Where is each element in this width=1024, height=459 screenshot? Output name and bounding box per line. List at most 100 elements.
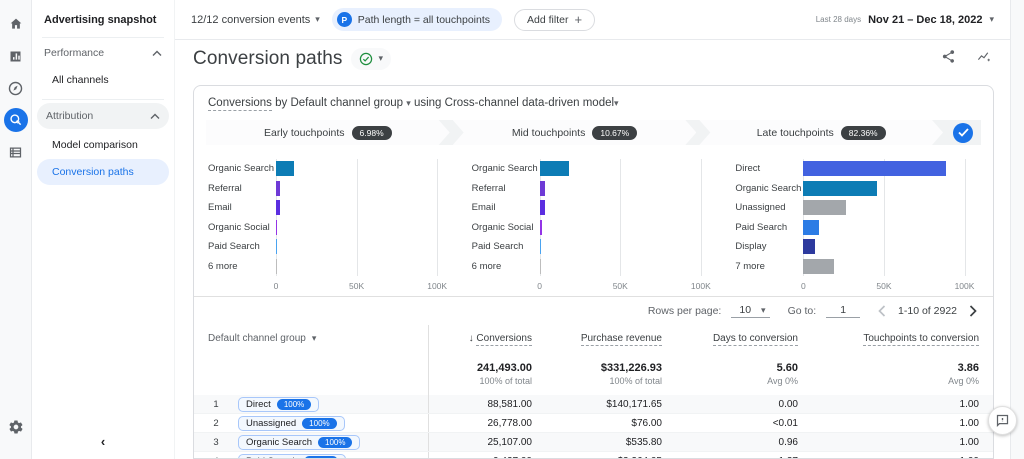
- late-touchpoints-pct-badge: 82.36%: [841, 126, 886, 140]
- totals-revenue-sub: 100% of total: [546, 376, 676, 386]
- table-row: 3Organic Search100%25,107.00$535.800.961…: [194, 433, 993, 452]
- path-length-filter-chip[interactable]: P Path length = all touchpoints: [332, 8, 502, 31]
- rows-per-page-select[interactable]: 10 ▾: [731, 304, 769, 318]
- sidebar-item-all-channels[interactable]: All channels: [32, 67, 174, 93]
- bar-organic-social[interactable]: [276, 220, 277, 235]
- sidebar-collapse-chevron[interactable]: ‹: [101, 434, 105, 449]
- advertising-icon[interactable]: [4, 108, 28, 132]
- bar-paid-search[interactable]: [803, 220, 819, 235]
- chart-category-label: Referral: [472, 179, 540, 199]
- mid-touchpoints-pct-badge: 10.67%: [592, 126, 637, 140]
- bar-referral[interactable]: [276, 181, 280, 196]
- bar-email[interactable]: [276, 200, 280, 215]
- column-header-purchase-revenue[interactable]: Purchase revenue: [546, 333, 676, 344]
- chart-bar-row: [540, 237, 716, 257]
- bar-organic-search[interactable]: [276, 161, 294, 176]
- touchpoints-header-label: Touchpoints to conversion: [863, 333, 979, 346]
- column-header-conversions[interactable]: ↓ Conversions: [428, 325, 546, 352]
- channel-name: Organic Search: [246, 437, 312, 448]
- bar-display[interactable]: [803, 239, 815, 254]
- sidebar-item-conversion-paths[interactable]: Conversion paths: [37, 159, 169, 185]
- row-index: 1: [194, 399, 238, 410]
- caret-down-icon: ▾: [378, 53, 383, 64]
- date-range-picker[interactable]: Last 28 days Nov 21 – Dec 18, 2022 ▾: [816, 14, 994, 26]
- bar-referral[interactable]: [540, 181, 546, 196]
- right-panel-rail[interactable]: [1010, 0, 1024, 459]
- blue-check-icon[interactable]: [953, 123, 973, 143]
- channel-percent-badge: 100%: [318, 437, 352, 448]
- chart-bar-row: [803, 218, 979, 238]
- chart-plot-area: 050K100K: [803, 159, 979, 294]
- by-label: by: [275, 97, 287, 109]
- sidebar-item-model-comparison[interactable]: Model comparison: [32, 132, 174, 158]
- main-content: 12/12 conversion events ▾ P Path length …: [175, 0, 1010, 459]
- bar-organic-search[interactable]: [540, 161, 569, 176]
- bar-paid-search[interactable]: [276, 239, 277, 254]
- chart-plot-area: 0 50K 100K: [276, 159, 452, 294]
- home-icon[interactable]: [4, 12, 28, 36]
- x-tick-label: 0: [274, 281, 279, 291]
- tab-late-touchpoints[interactable]: Late touchpoints 82.36%: [699, 120, 943, 145]
- explore-icon[interactable]: [4, 76, 28, 100]
- chart-bar-row: [540, 159, 716, 179]
- feedback-button[interactable]: [988, 406, 1017, 435]
- channel-chip-direct[interactable]: Direct100%: [238, 397, 319, 412]
- previous-page-icon[interactable]: [878, 305, 886, 317]
- chart-category-label: Organic Search: [472, 159, 540, 179]
- chart-category-label: 6 more: [472, 257, 540, 277]
- attribution-label: Attribution: [46, 110, 93, 122]
- performance-label: Performance: [44, 47, 104, 59]
- x-tick-label: 50K: [349, 281, 364, 291]
- tab-early-touchpoints[interactable]: Early touchpoints 6.98%: [206, 120, 450, 145]
- totals-days-sub: Avg 0%: [676, 376, 812, 386]
- bar-6-more[interactable]: [540, 259, 541, 274]
- add-filter-button[interactable]: Add filter +: [514, 9, 595, 31]
- x-tick-label: 100K: [955, 281, 975, 291]
- sidebar-divider: [42, 99, 164, 100]
- channel-chip-unassigned[interactable]: Unassigned100%: [238, 416, 345, 431]
- data-quality-badge[interactable]: ▾: [351, 48, 391, 70]
- sidebar-section-performance[interactable]: Performance: [32, 38, 174, 67]
- library-icon[interactable]: [4, 140, 28, 164]
- metric-selector[interactable]: Conversions: [208, 97, 272, 111]
- goto-page-input[interactable]: 1: [826, 304, 860, 318]
- sidebar-section-attribution[interactable]: Attribution: [37, 103, 169, 129]
- touchpoint-funnel-tabs: Early touchpoints 6.98% Mid touchpoints …: [206, 120, 981, 145]
- sidebar-title[interactable]: Advertising snapshot: [32, 8, 174, 37]
- reports-icon[interactable]: [4, 44, 28, 68]
- bar-paid-search[interactable]: [540, 239, 541, 254]
- goto-label: Go to:: [788, 305, 817, 317]
- plus-icon: +: [574, 15, 582, 25]
- settings-gear-icon[interactable]: [4, 415, 28, 439]
- insights-icon[interactable]: [976, 49, 992, 69]
- channel-chip-paid-search[interactable]: Paid Search100%: [238, 454, 346, 459]
- x-tick-label: 100K: [427, 281, 447, 291]
- bar-6-more[interactable]: [276, 259, 277, 274]
- table-body: 1Direct100%88,581.00$140,171.650.001.002…: [194, 395, 993, 459]
- caret-down-icon: ▾: [989, 14, 994, 25]
- share-icon[interactable]: [941, 49, 956, 69]
- channel-percent-badge: 100%: [277, 399, 311, 410]
- chart-category-label: Organic Social: [472, 218, 540, 238]
- bar-organic-search[interactable]: [803, 181, 876, 196]
- bar-organic-social[interactable]: [540, 220, 542, 235]
- bar-unassigned[interactable]: [803, 200, 846, 215]
- channel-cell: Direct100%: [238, 397, 428, 412]
- dimension-column-header[interactable]: Default channel group ▾: [194, 333, 428, 344]
- column-header-touchpoints-to-conversion[interactable]: Touchpoints to conversion: [812, 333, 993, 344]
- dimension-selector[interactable]: Default channel group ▾: [290, 97, 413, 109]
- advertising-sidebar: Advertising snapshot Performance All cha…: [32, 0, 175, 459]
- tab-mid-touchpoints[interactable]: Mid touchpoints 10.67%: [453, 120, 697, 145]
- bar-7-more[interactable]: [803, 259, 834, 274]
- x-tick-label: 0: [537, 281, 542, 291]
- chart-category-label: Paid Search: [472, 237, 540, 257]
- column-header-days-to-conversion[interactable]: Days to conversion: [676, 333, 812, 344]
- model-selector[interactable]: Cross-channel data-driven model▾: [445, 97, 619, 109]
- next-page-icon[interactable]: [969, 305, 977, 317]
- bar-email[interactable]: [540, 200, 546, 215]
- conversion-events-selector[interactable]: 12/12 conversion events ▾: [191, 14, 320, 26]
- channel-chip-organic-search[interactable]: Organic Search 100%: [238, 435, 360, 450]
- conversions-value: 88,581.00: [428, 395, 546, 413]
- bar-direct[interactable]: [803, 161, 946, 176]
- chart-category-labels: Organic SearchReferralEmailOrganic Socia…: [208, 159, 276, 294]
